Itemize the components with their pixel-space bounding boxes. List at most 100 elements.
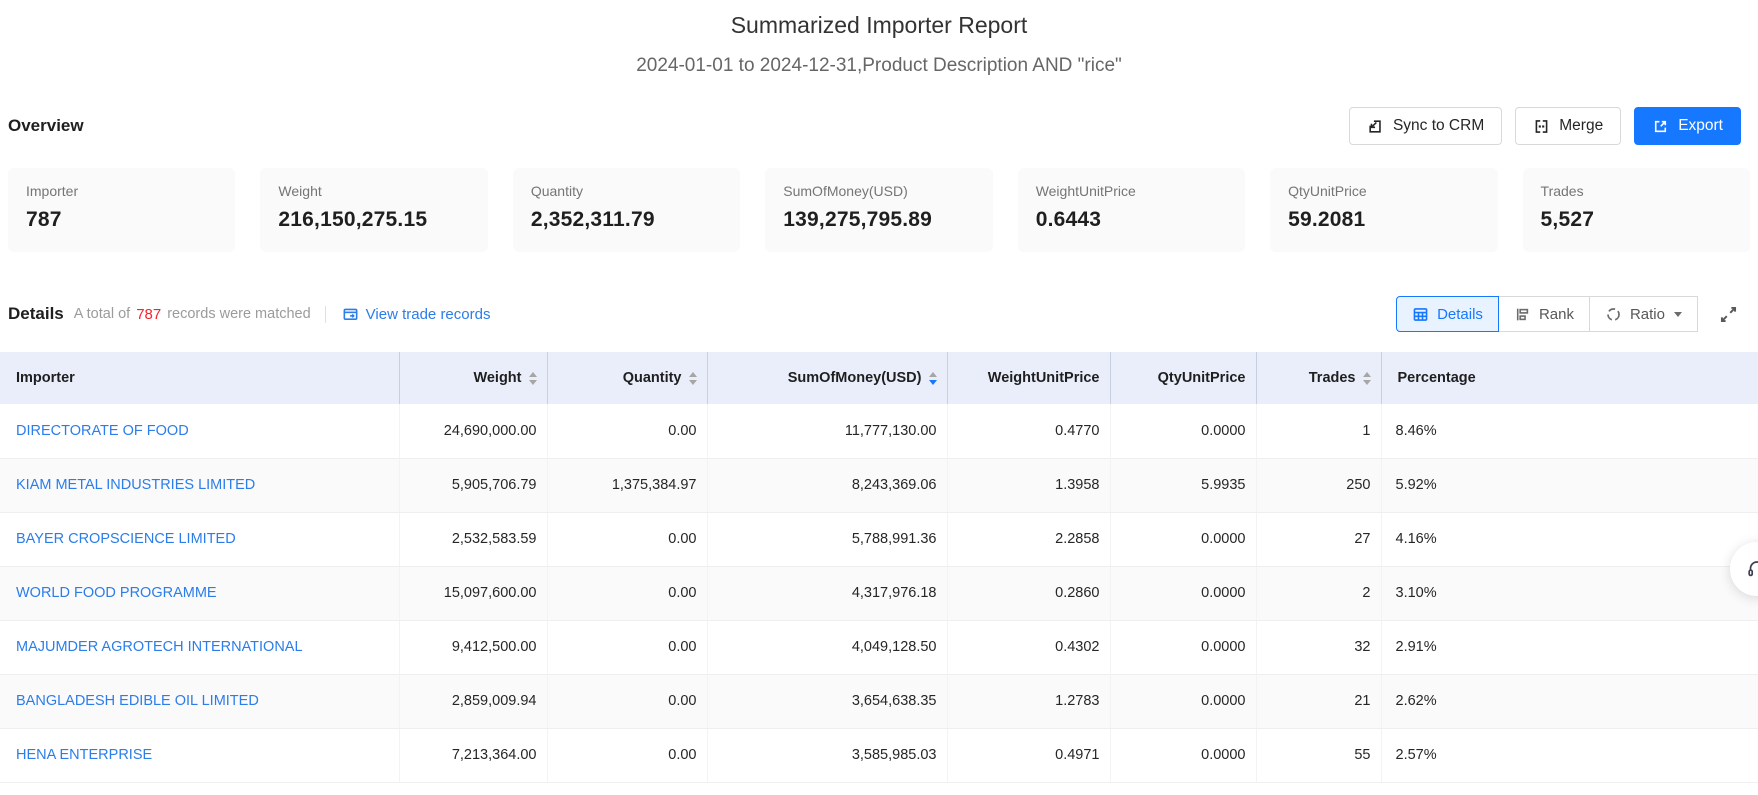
stat-card-weightunitprice: WeightUnitPrice 0.6443 bbox=[1018, 168, 1245, 252]
weight-cell: 9,412,500.00 bbox=[399, 620, 547, 674]
trades-cell: 21 bbox=[1256, 674, 1381, 728]
weight-cell: 2,859,009.94 bbox=[399, 674, 547, 728]
overview-actions: Sync to CRM Merge Export bbox=[1349, 107, 1741, 145]
col-trades: Trades bbox=[1256, 352, 1381, 404]
sumofmoney-cell: 3,654,638.35 bbox=[707, 674, 947, 728]
tab-ratio-label: Ratio bbox=[1630, 306, 1665, 323]
fullscreen-button[interactable] bbox=[1716, 302, 1741, 327]
importer-link[interactable]: DIRECTORATE OF FOOD bbox=[16, 423, 189, 439]
tab-rank-label: Rank bbox=[1539, 306, 1574, 323]
dashed-circle-icon bbox=[1605, 306, 1622, 323]
details-heading: Details bbox=[8, 304, 64, 324]
trades-cell: 55 bbox=[1256, 728, 1381, 782]
weightunitprice-cell: 0.4971 bbox=[947, 728, 1110, 782]
merge-label: Merge bbox=[1559, 117, 1603, 135]
percentage-cell: 3.10% bbox=[1381, 566, 1758, 620]
matched-count: 787 bbox=[136, 306, 161, 323]
qtyunitprice-cell: 0.0000 bbox=[1110, 512, 1256, 566]
col-percentage: Percentage bbox=[1381, 352, 1758, 404]
tab-rank[interactable]: Rank bbox=[1498, 296, 1590, 332]
table-row: BANGLADESH EDIBLE OIL LIMITED 2,859,009.… bbox=[0, 674, 1758, 728]
sumofmoney-cell: 4,317,976.18 bbox=[707, 566, 947, 620]
chevron-down-icon bbox=[1674, 312, 1682, 317]
merge-button[interactable]: Merge bbox=[1515, 107, 1621, 145]
sumofmoney-cell: 11,777,130.00 bbox=[707, 404, 947, 458]
tab-details[interactable]: Details bbox=[1396, 296, 1499, 332]
importer-link[interactable]: WORLD FOOD PROGRAMME bbox=[16, 585, 217, 601]
qtyunitprice-cell: 0.0000 bbox=[1110, 728, 1256, 782]
vertical-divider bbox=[325, 306, 326, 323]
stat-card-weight: Weight 216,150,275.15 bbox=[260, 168, 487, 252]
weight-cell: 5,905,706.79 bbox=[399, 458, 547, 512]
page-title: Summarized Importer Report bbox=[0, 10, 1758, 40]
sort-icon[interactable] bbox=[1363, 372, 1371, 385]
col-importer: Importer bbox=[0, 352, 399, 404]
sumofmoney-cell: 8,243,369.06 bbox=[707, 458, 947, 512]
sumofmoney-cell: 3,585,985.03 bbox=[707, 728, 947, 782]
importer-link[interactable]: KIAM METAL INDUSTRIES LIMITED bbox=[16, 477, 255, 493]
importer-link[interactable]: MAJUMDER AGROTECH INTERNATIONAL bbox=[16, 639, 303, 655]
stat-value: 0.6443 bbox=[1036, 208, 1227, 232]
sumofmoney-cell: 4,049,128.50 bbox=[707, 620, 947, 674]
headset-icon bbox=[1745, 557, 1758, 581]
importer-link[interactable]: BANGLADESH EDIBLE OIL LIMITED bbox=[16, 693, 259, 709]
percentage-cell: 5.92% bbox=[1381, 458, 1758, 512]
importer-link[interactable]: HENA ENTERPRISE bbox=[16, 747, 152, 763]
sort-icon[interactable] bbox=[529, 372, 537, 385]
col-importer-label: Importer bbox=[16, 370, 75, 386]
col-qtyunitprice: QtyUnitPrice bbox=[1110, 352, 1256, 404]
qtyunitprice-cell: 0.0000 bbox=[1110, 674, 1256, 728]
export-icon bbox=[1652, 118, 1669, 135]
table-grid-icon bbox=[1412, 306, 1429, 323]
sort-icon-active-desc[interactable] bbox=[929, 372, 937, 385]
table-row: MAJUMDER AGROTECH INTERNATIONAL 9,412,50… bbox=[0, 620, 1758, 674]
qtyunitprice-cell: 5.9935 bbox=[1110, 458, 1256, 512]
tab-details-label: Details bbox=[1437, 306, 1483, 323]
stat-label: Importer bbox=[26, 183, 217, 199]
col-sumofmoney-label: SumOfMoney(USD) bbox=[788, 370, 922, 386]
export-button[interactable]: Export bbox=[1634, 107, 1741, 145]
stat-value: 59.2081 bbox=[1288, 208, 1479, 232]
weightunitprice-cell: 1.2783 bbox=[947, 674, 1110, 728]
percentage-cell: 2.91% bbox=[1381, 620, 1758, 674]
trades-cell: 250 bbox=[1256, 458, 1381, 512]
sort-icon[interactable] bbox=[689, 372, 697, 385]
trades-cell: 1 bbox=[1256, 404, 1381, 458]
col-weight: Weight bbox=[399, 352, 547, 404]
tab-ratio[interactable]: Ratio bbox=[1589, 296, 1698, 332]
stat-card-qtyunitprice: QtyUnitPrice 59.2081 bbox=[1270, 168, 1497, 252]
col-quantity-label: Quantity bbox=[623, 370, 682, 386]
quantity-cell: 0.00 bbox=[547, 620, 707, 674]
sync-to-crm-label: Sync to CRM bbox=[1393, 117, 1484, 135]
importer-link[interactable]: BAYER CROPSCIENCE LIMITED bbox=[16, 531, 236, 547]
col-percentage-label: Percentage bbox=[1398, 370, 1476, 386]
table-row: KIAM METAL INDUSTRIES LIMITED 5,905,706.… bbox=[0, 458, 1758, 512]
stat-card-sumofmoney: SumOfMoney(USD) 139,275,795.89 bbox=[765, 168, 992, 252]
stat-label: Quantity bbox=[531, 183, 722, 199]
stat-label: SumOfMoney(USD) bbox=[783, 183, 974, 199]
weight-cell: 24,690,000.00 bbox=[399, 404, 547, 458]
weight-cell: 2,532,583.59 bbox=[399, 512, 547, 566]
page-subtitle: 2024-01-01 to 2024-12-31,Product Descrip… bbox=[0, 53, 1758, 79]
sync-to-crm-button[interactable]: Sync to CRM bbox=[1349, 107, 1502, 145]
view-trade-records-link[interactable]: View trade records bbox=[342, 306, 491, 323]
qtyunitprice-cell: 0.0000 bbox=[1110, 566, 1256, 620]
weightunitprice-cell: 1.3958 bbox=[947, 458, 1110, 512]
stat-label: Weight bbox=[278, 183, 469, 199]
stat-card-quantity: Quantity 2,352,311.79 bbox=[513, 168, 740, 252]
table-row: WORLD FOOD PROGRAMME 15,097,600.00 0.00 … bbox=[0, 566, 1758, 620]
qtyunitprice-cell: 0.0000 bbox=[1110, 404, 1256, 458]
table-row: DIRECTORATE OF FOOD 24,690,000.00 0.00 1… bbox=[0, 404, 1758, 458]
stat-value: 787 bbox=[26, 208, 217, 232]
percentage-cell: 8.46% bbox=[1381, 404, 1758, 458]
col-quantity: Quantity bbox=[547, 352, 707, 404]
quantity-cell: 0.00 bbox=[547, 404, 707, 458]
col-sumofmoney: SumOfMoney(USD) bbox=[707, 352, 947, 404]
overview-cards: Importer 787 Weight 216,150,275.15 Quant… bbox=[0, 168, 1758, 252]
col-weightunitprice-label: WeightUnitPrice bbox=[988, 370, 1100, 386]
importer-table: Importer Weight Quantity SumOfMoney(USD) bbox=[0, 352, 1758, 783]
export-label: Export bbox=[1678, 117, 1723, 135]
weightunitprice-cell: 2.2858 bbox=[947, 512, 1110, 566]
weightunitprice-cell: 0.4770 bbox=[947, 404, 1110, 458]
matched-suffix: records were matched bbox=[167, 306, 310, 322]
